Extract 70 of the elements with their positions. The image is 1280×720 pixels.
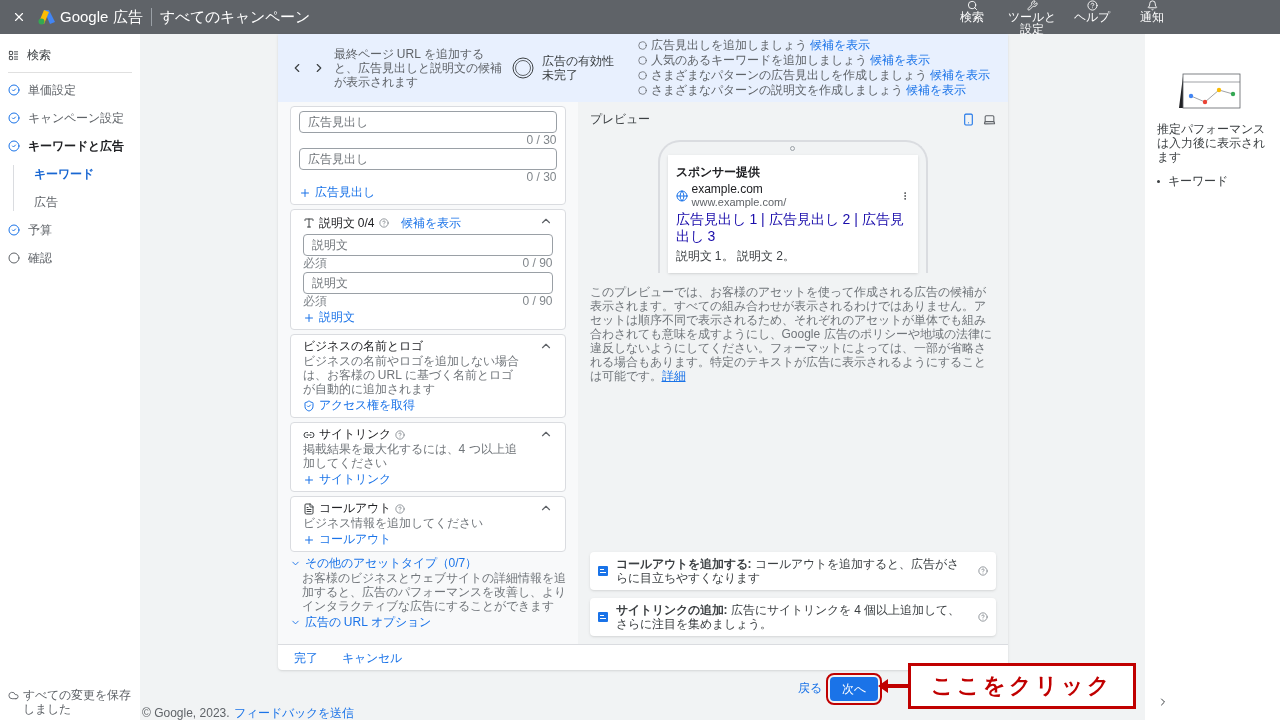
tip-text: 人気のあるキーワードを追加しましょう bbox=[650, 53, 867, 67]
preview-disclaimer: このプレビューでは、お客様のアセットを使って作成される広告の候補が表示されます。すべての組み合わせが表示されるわけではありません。アセットは順序不同で表示されるため、それぞれのアセットが単体でも組み合わされても意味を成すようにし、Google 広告のポリシーや地域の法律に違反しないようにしてください。フォーマットによっては、一部が省略される場合もあります。特定のテキストが広告に表示されるようにすることは可能です。詳細 bbox=[589, 285, 993, 383]
text-field[interactable]: 説明文 bbox=[302, 234, 553, 256]
section-description: ビジネス情報を追加してください bbox=[302, 516, 484, 530]
suggestions-link[interactable]: 候補を表示 bbox=[869, 53, 930, 68]
suggestions-link[interactable]: 候補を表示 bbox=[905, 83, 966, 98]
asset-types-description: お客様のビジネスとウェブサイトの詳細情報を追加すると、広告のパフォーマンスを改善し、よりインタラクティブな広告にすることができます bbox=[300, 571, 566, 613]
toolbar-button[interactable]: ヘルプ bbox=[1066, 0, 1118, 23]
toolbar-button[interactable]: 検索 bbox=[946, 0, 998, 23]
required-hint: 必須 bbox=[302, 294, 327, 308]
ad-url: www.example.com/ bbox=[691, 196, 788, 209]
details-link[interactable]: 詳細 bbox=[661, 369, 686, 383]
suggestion-text: コールアウトを追加する: コールアウトを追加すると、広告がさらに目立ちやすくなります bbox=[615, 557, 960, 585]
add-link[interactable]: サイトリンク bbox=[302, 472, 553, 487]
section-description: ビジネスの名前やロゴを追加しない場合は、お客様の URL に基づく名前とロゴが自動的に追加されます bbox=[302, 354, 520, 396]
text-field[interactable]: 広告見出し bbox=[298, 148, 557, 170]
expand-link[interactable]: 広告の URL オプション bbox=[289, 615, 566, 630]
toolbar-button[interactable]: ツールと設定 bbox=[1006, 0, 1058, 35]
section-title: サイトリンク bbox=[318, 427, 391, 442]
section-title: 説明文 0/4 bbox=[318, 215, 375, 231]
char-counter: 0 / 90 bbox=[522, 294, 553, 308]
suggestions-link[interactable]: 候補を表示 bbox=[929, 68, 990, 83]
char-counter: 0 / 30 bbox=[526, 170, 557, 184]
bullet-item: キーワード bbox=[1168, 173, 1228, 190]
tip-text: さまざまなパターンの説明文を作成しましょう bbox=[650, 83, 903, 97]
search-item[interactable]: 検索 bbox=[8, 46, 132, 73]
preview-title: プレビュー bbox=[589, 111, 650, 128]
card-action-button[interactable]: 完了 bbox=[293, 648, 318, 667]
text-field[interactable]: 広告見出し bbox=[298, 111, 557, 133]
ad-description: 説明文 1。 説明文 2。 bbox=[675, 248, 796, 265]
sponsor-label: スポンサー提供 bbox=[675, 164, 761, 181]
copyright: © Google, 2023. bbox=[142, 706, 230, 720]
char-counter: 0 / 30 bbox=[526, 133, 557, 147]
ad-headline[interactable]: 広告見出し 1 | 広告見出し 2 | 広告見出し 3 bbox=[675, 211, 910, 245]
substep-item[interactable]: キーワード bbox=[34, 165, 132, 183]
expand-link[interactable]: その他のアセットタイプ（0/7） bbox=[289, 556, 566, 571]
brand-name: Google 広告 bbox=[60, 6, 143, 27]
banner-message: 最終ページ URL を追加すると、広告見出しと説明文の候補が表示されます bbox=[333, 47, 503, 89]
access-link[interactable]: アクセス権を取得 bbox=[302, 398, 553, 413]
suggestion-text: サイトリンクの追加: 広告にサイトリンクを 4 個以上追加して、さらに注目を集めましょう。 bbox=[615, 603, 962, 631]
card-action-button[interactable]: キャンセル bbox=[341, 648, 402, 667]
suggestions-link[interactable]: 候補を表示 bbox=[400, 214, 461, 232]
text-field[interactable]: 説明文 bbox=[302, 272, 553, 294]
section-description: 掲載結果を最大化するには、4 つ以上追加してください bbox=[302, 442, 518, 470]
step-item[interactable]: 単価設定 bbox=[8, 81, 132, 99]
ad-domain: example.com bbox=[691, 183, 764, 196]
step-item[interactable]: キーワードと広告 bbox=[8, 137, 132, 155]
section-title: ビジネスの名前とロゴ bbox=[302, 339, 423, 354]
annotation-callout: ここをクリック bbox=[907, 662, 1136, 709]
add-link[interactable]: コールアウト bbox=[302, 532, 553, 547]
page-title: すべてのキャンペーン bbox=[159, 6, 310, 27]
toolbar-button[interactable]: 通知 bbox=[1126, 0, 1178, 23]
char-counter: 0 / 90 bbox=[522, 256, 553, 270]
suggestions-link[interactable]: 候補を表示 bbox=[809, 38, 870, 53]
step-item[interactable]: キャンペーン設定 bbox=[8, 109, 132, 127]
required-hint: 必須 bbox=[302, 256, 327, 270]
back-button[interactable]: 戻る bbox=[797, 679, 822, 697]
add-link[interactable]: 説明文 bbox=[302, 310, 553, 325]
feedback-link[interactable]: フィードバックを送信 bbox=[233, 706, 354, 720]
save-status: すべての変更を保存しました bbox=[23, 688, 132, 716]
section-title: コールアウト bbox=[318, 501, 391, 516]
strength-label: 広告の有効性 bbox=[541, 54, 615, 68]
strength-value: 未完了 bbox=[541, 68, 579, 82]
performance-text: 推定パフォーマンスは入力後に表示されます bbox=[1157, 122, 1266, 164]
tip-text: 広告見出しを追加しましょう bbox=[650, 38, 807, 52]
step-item[interactable]: 確認 bbox=[8, 249, 132, 267]
tip-text: さまざまなパターンの広告見出しを作成しましょう bbox=[650, 68, 927, 82]
step-item[interactable]: 予算 bbox=[8, 221, 132, 239]
add-link[interactable]: 広告見出し bbox=[298, 185, 557, 200]
substep-item[interactable]: 広告 bbox=[34, 193, 132, 211]
